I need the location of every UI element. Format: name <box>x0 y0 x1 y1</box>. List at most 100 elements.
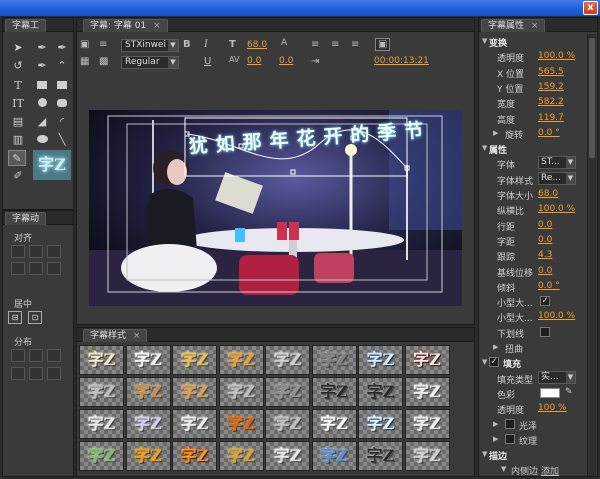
delete-anchor-tool-icon[interactable]: ✒ <box>33 58 51 74</box>
close-button[interactable]: x <box>583 1 598 15</box>
style-swatch[interactable]: 字Z <box>218 377 264 407</box>
style-swatch[interactable]: 字Z <box>311 377 357 407</box>
area-text-tool-icon[interactable]: ▤ <box>9 114 27 130</box>
vertical-path-text-tool-icon[interactable]: ✐ <box>9 168 27 184</box>
expand-triangle-icon[interactable]: ▼ <box>482 37 487 45</box>
style-swatch[interactable]: 字Z <box>311 409 357 439</box>
property-value[interactable]: 4.3 <box>538 250 552 260</box>
style-swatch[interactable]: 字Z <box>358 441 403 471</box>
kerning-value[interactable]: 0.0 <box>247 56 261 66</box>
expand-triangle-icon[interactable]: ▶ <box>493 420 498 428</box>
clipped-rect-tool-icon[interactable] <box>53 78 71 94</box>
text-tool-icon[interactable]: T <box>9 78 27 94</box>
path-text-tool-icon[interactable]: ✎ <box>8 150 26 166</box>
section-checkbox[interactable]: ✓ <box>489 357 499 368</box>
background-video-icon[interactable]: ▩ <box>99 56 108 67</box>
property-checkbox[interactable] <box>505 433 515 444</box>
expand-triangle-icon[interactable]: ▼ <box>501 465 506 473</box>
expand-triangle-icon[interactable]: ▼ <box>482 358 487 366</box>
eyedropper-icon[interactable]: ✎ <box>565 387 573 397</box>
distribute-bottom-button[interactable] <box>47 367 61 380</box>
italic-icon[interactable]: I <box>204 39 208 50</box>
property-value[interactable]: 0.0 ° <box>538 281 560 291</box>
property-value[interactable]: 68.0 <box>538 189 558 199</box>
leading-value[interactable]: 0.0 <box>279 56 293 66</box>
wedge-tool-icon[interactable]: ◢ <box>33 114 51 130</box>
property-checkbox[interactable] <box>540 326 550 337</box>
style-swatch[interactable]: 字Z <box>404 345 450 375</box>
show-video-icon[interactable]: ▣ <box>375 38 391 51</box>
vertical-text-tool-icon[interactable]: IT <box>9 96 27 112</box>
tab-title-styles[interactable]: 字幕样式 × <box>83 329 148 342</box>
tab-title-properties[interactable]: 字幕属性 × <box>481 19 546 32</box>
tab-close-icon[interactable]: × <box>153 20 161 32</box>
property-value[interactable]: 100 % <box>538 403 567 413</box>
style-swatch[interactable]: 字Z <box>358 377 403 407</box>
style-swatch[interactable]: 字Z <box>404 441 450 471</box>
style-swatch[interactable]: 字Z <box>265 441 310 471</box>
font-style-select[interactable]: Regular ▼ <box>121 56 179 69</box>
property-select[interactable]: Re... ▼ <box>538 171 576 185</box>
style-swatch[interactable]: 字Z <box>218 409 264 439</box>
selection-tool-icon[interactable]: ➤ <box>9 40 27 56</box>
align-right-button[interactable] <box>47 245 61 258</box>
property-value[interactable]: 100.0 % <box>538 204 575 214</box>
property-value[interactable]: 565.5 <box>538 67 564 77</box>
align-center-text-icon[interactable]: ≡ <box>331 39 339 50</box>
align-center-v-button[interactable] <box>29 262 43 275</box>
rotate-tool-icon[interactable]: ↺ <box>9 58 27 74</box>
font-family-select[interactable]: STXinwei ▼ <box>121 39 179 52</box>
expand-triangle-icon[interactable]: ▶ <box>493 129 498 137</box>
style-swatch[interactable]: 字Z <box>265 345 310 375</box>
property-value[interactable]: 0.0 <box>538 220 552 230</box>
align-bottom-button[interactable] <box>47 262 61 275</box>
add-inner-stroke-link[interactable]: 添加 <box>541 464 559 476</box>
style-swatch[interactable]: 字Z <box>358 345 403 375</box>
style-swatch[interactable]: 字Z <box>311 441 357 471</box>
align-left-text-icon[interactable]: ≡ <box>311 39 319 50</box>
style-swatch[interactable]: 字Z <box>218 441 264 471</box>
align-top-button[interactable] <box>11 262 25 275</box>
center-vertical-button[interactable]: ⊡ <box>28 311 42 324</box>
underline-icon[interactable]: U <box>204 56 211 67</box>
tab-title-editor[interactable]: 字幕: 字幕 01 × <box>83 19 168 32</box>
distribute-left-button[interactable] <box>11 349 25 362</box>
distribute-top-button[interactable] <box>11 367 25 380</box>
style-swatch[interactable]: 字Z <box>311 345 357 375</box>
distribute-center-button[interactable] <box>29 349 43 362</box>
expand-triangle-icon[interactable]: ▼ <box>482 450 487 458</box>
style-swatch[interactable]: 字Z <box>172 377 217 407</box>
template-icon[interactable]: ▦ <box>80 56 89 67</box>
bold-icon[interactable]: B <box>183 39 191 50</box>
props-scrollbar[interactable] <box>587 34 596 476</box>
center-horizontal-button[interactable]: ⊟ <box>8 311 22 324</box>
font-size-value[interactable]: 68.0 <box>247 40 267 50</box>
line-tool-icon[interactable]: ╲ <box>53 132 71 148</box>
style-swatch[interactable]: 字Z <box>218 345 264 375</box>
props-scrollbar-thumb[interactable] <box>589 38 595 158</box>
align-right-text-icon[interactable]: ≡ <box>351 39 359 50</box>
property-value[interactable]: 100.0 % <box>538 51 575 61</box>
distribute-middle-button[interactable] <box>29 367 43 380</box>
rounded-rect-tool-icon[interactable] <box>33 96 51 112</box>
tab-title-actions[interactable]: 字幕动 <box>5 212 47 225</box>
style-swatch[interactable]: 字Z <box>172 345 217 375</box>
style-swatch[interactable]: 字Z <box>125 345 171 375</box>
distribute-right-button[interactable] <box>47 349 61 362</box>
style-swatch[interactable]: 字Z <box>358 409 403 439</box>
round-rect-tool-icon[interactable] <box>53 96 71 112</box>
timecode-value[interactable]: 00:00:13:21 <box>374 56 429 66</box>
property-checkbox[interactable]: ✓ <box>540 296 550 307</box>
property-checkbox[interactable] <box>505 418 515 429</box>
expand-triangle-icon[interactable]: ▶ <box>493 343 498 351</box>
style-swatch[interactable]: 字Z <box>125 441 171 471</box>
tab-close-icon[interactable]: × <box>531 20 539 32</box>
property-value[interactable]: 0.0 <box>538 266 552 276</box>
style-swatch[interactable]: 字Z <box>79 345 124 375</box>
tab-close-icon[interactable]: × <box>133 330 141 342</box>
style-swatch[interactable]: 字Z <box>172 441 217 471</box>
property-value[interactable]: 119.7 <box>538 113 564 123</box>
color-swatch[interactable] <box>540 387 560 398</box>
style-swatch[interactable]: 字Z <box>79 377 124 407</box>
style-swatch[interactable]: 字Z <box>404 409 450 439</box>
